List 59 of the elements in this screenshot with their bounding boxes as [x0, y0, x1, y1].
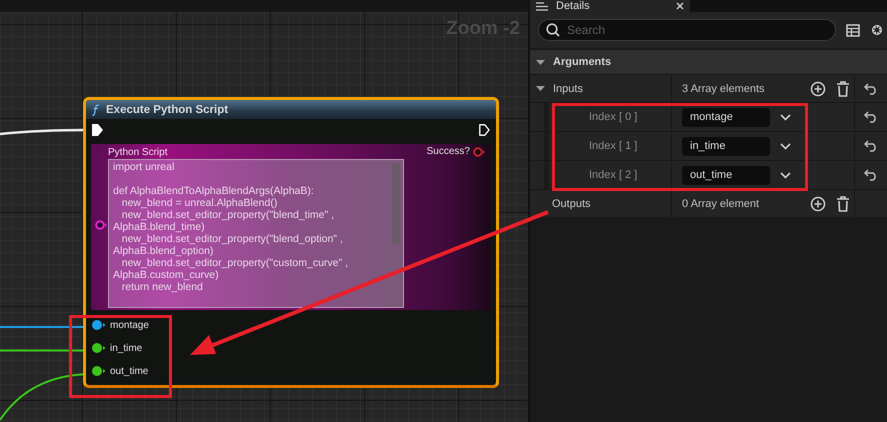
- settings-icon[interactable]: [870, 23, 884, 37]
- value-field[interactable]: in_time: [682, 136, 770, 156]
- code-line: return new_blend: [120, 281, 203, 293]
- array-summary: 3 Array elements: [682, 82, 766, 94]
- pin-label: in_time: [110, 342, 142, 354]
- index-label: Index [ 0 ]: [589, 111, 638, 123]
- value-field[interactable]: out_time: [682, 166, 770, 184]
- add-icon[interactable]: [810, 80, 826, 96]
- input-pin-icon[interactable]: [92, 366, 106, 376]
- array-summary: 0 Array element: [682, 198, 760, 210]
- input-pin-icon[interactable]: [92, 343, 106, 353]
- section-title: Arguments: [553, 56, 612, 68]
- property-label: Inputs: [553, 82, 583, 94]
- reset-icon[interactable]: [864, 111, 878, 123]
- script-input-pin-icon[interactable]: [95, 220, 107, 230]
- table-view-icon[interactable]: [846, 24, 860, 36]
- code-line: new_blend.set_editor_property("blend_option" ,: [120, 233, 343, 245]
- add-icon[interactable]: [810, 196, 826, 212]
- function-icon: [92, 104, 100, 116]
- dropdown-chevron-icon[interactable]: [780, 114, 791, 120]
- python-script-node[interactable]: [83, 97, 499, 388]
- search-icon: [546, 23, 560, 37]
- search-field[interactable]: Search: [538, 19, 836, 41]
- output-label: Success?: [426, 146, 470, 157]
- delete-icon[interactable]: [836, 80, 850, 96]
- script-label: Python Script: [108, 147, 168, 159]
- dropdown-chevron-icon[interactable]: [780, 142, 791, 150]
- code-line: new_blend.set_editor_property("blend_time" ,: [120, 209, 334, 221]
- close-icon[interactable]: [676, 2, 684, 10]
- tab-title: Details: [556, 0, 591, 12]
- code-line: new_blend = unreal.AlphaBlend(): [120, 197, 278, 209]
- exec-out-pin-icon[interactable]: [479, 124, 490, 136]
- code-line: import unreal: [113, 161, 174, 173]
- index-label: Index [ 1 ]: [589, 140, 638, 152]
- reset-icon[interactable]: [864, 140, 878, 152]
- section-header[interactable]: Arguments: [530, 50, 887, 74]
- input-pin-icon[interactable]: [92, 320, 106, 330]
- expanded-arrow-icon[interactable]: [536, 84, 545, 93]
- exec-in-pin-icon[interactable]: [92, 124, 103, 136]
- details-tab[interactable]: Details: [530, 0, 690, 12]
- code-line: AlphaB.blend_option): [113, 245, 214, 257]
- expanded-arrow-icon[interactable]: [536, 58, 545, 66]
- dropdown-chevron-icon[interactable]: [780, 172, 791, 178]
- index-label: Index [ 2 ]: [589, 169, 638, 181]
- script-editor[interactable]: [108, 159, 404, 308]
- node-title: Execute Python Script: [106, 104, 228, 116]
- value-field[interactable]: montage: [682, 108, 770, 126]
- code-line: def AlphaBlendToAlphaBlendArgs(AlphaB):: [113, 185, 314, 197]
- code-line: AlphaB.blend_time): [113, 221, 205, 233]
- output-pin-icon[interactable]: [473, 146, 485, 156]
- code-line: new_blend.set_editor_property("custom_curve" ,: [120, 257, 348, 269]
- delete-icon[interactable]: [836, 196, 850, 212]
- pin-label: montage: [110, 320, 149, 330]
- pin-label: out_time: [110, 366, 148, 376]
- code-line: AlphaB.custom_curve): [113, 269, 219, 281]
- property-label: Outputs: [552, 198, 591, 210]
- reset-icon[interactable]: [864, 169, 878, 181]
- details-list-icon: [536, 2, 550, 10]
- reset-icon[interactable]: [864, 82, 878, 94]
